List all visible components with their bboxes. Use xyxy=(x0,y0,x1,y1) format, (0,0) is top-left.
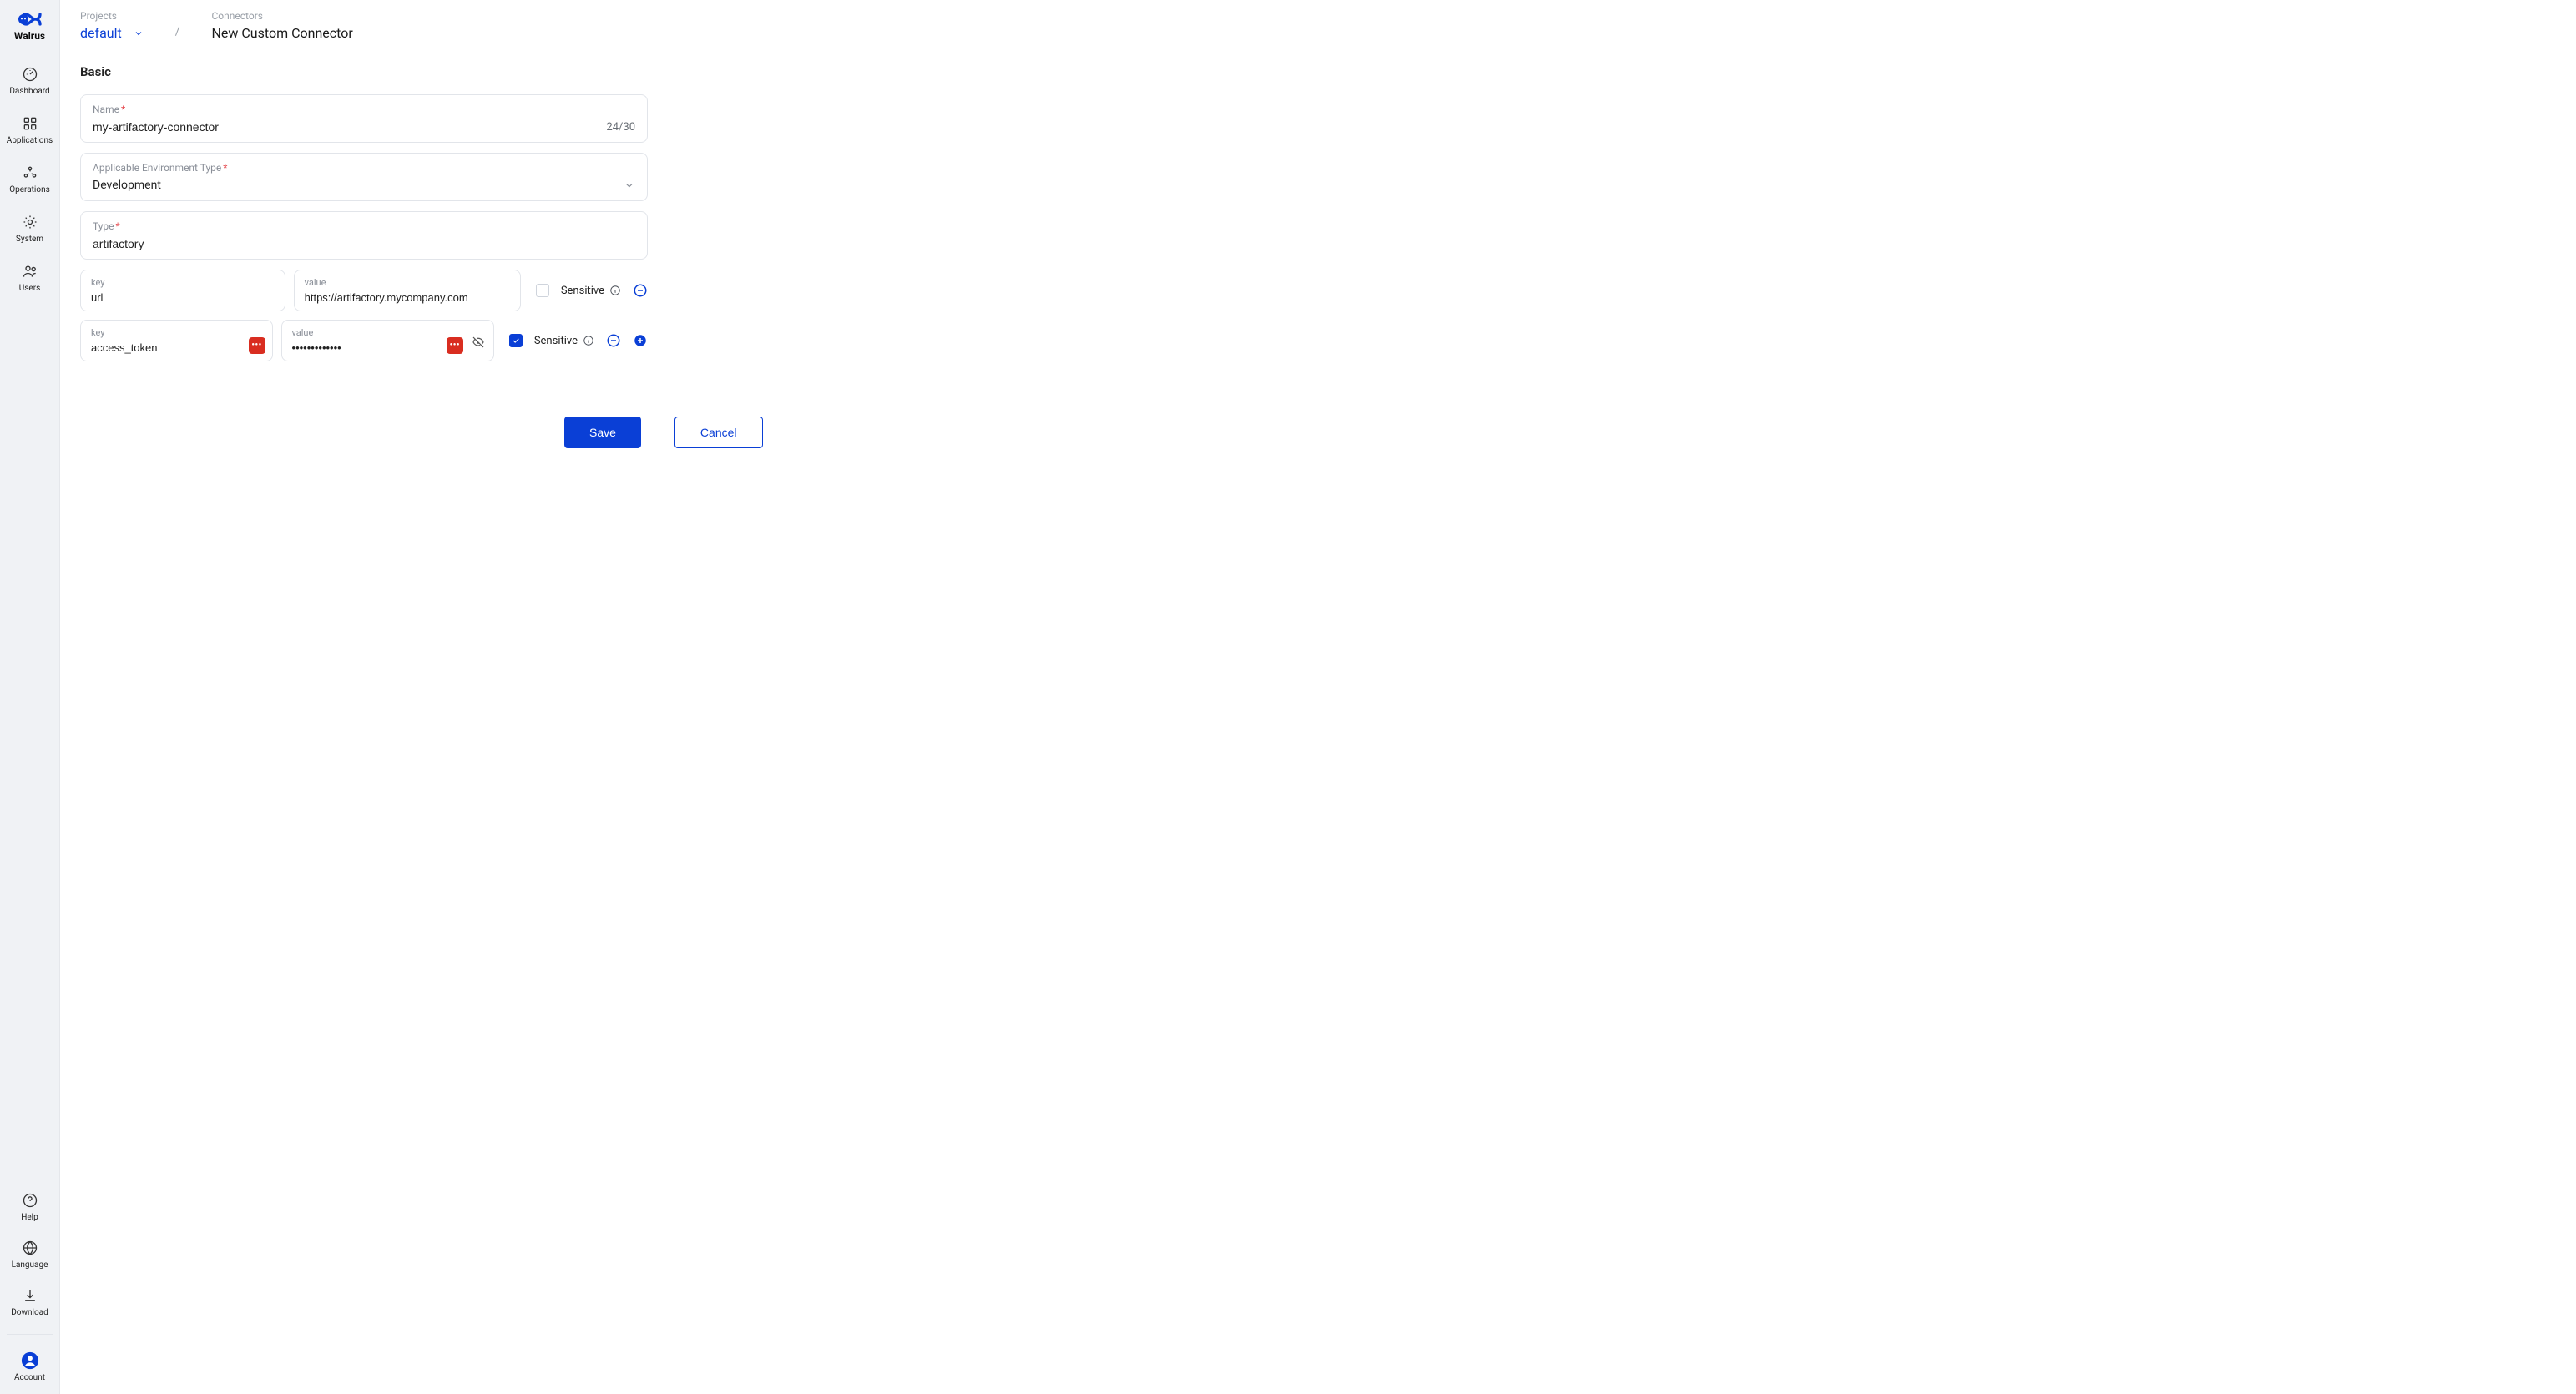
type-input[interactable] xyxy=(93,237,635,250)
sidebar-item-help[interactable]: Help xyxy=(0,1191,59,1222)
name-char-counter: 24/30 xyxy=(606,121,635,134)
breadcrumb-projects-label: Projects xyxy=(80,10,144,22)
breadcrumb-connectors-label: Connectors xyxy=(212,10,353,22)
env-type-value: Development xyxy=(93,179,624,192)
kv-row: key value Sensitive xyxy=(80,270,648,311)
kv-key-input[interactable] xyxy=(91,291,275,304)
logo[interactable]: Walrus xyxy=(0,0,59,55)
remove-kv-button[interactable] xyxy=(633,283,648,298)
check-icon xyxy=(512,336,520,345)
env-type-field[interactable]: Applicable Environment Type* Development xyxy=(80,153,648,201)
sensitive-checkbox[interactable] xyxy=(536,284,549,297)
breadcrumb-page: New Custom Connector xyxy=(212,25,353,41)
section-title: Basic xyxy=(80,64,2556,79)
system-icon xyxy=(21,213,39,231)
add-kv-button[interactable] xyxy=(633,333,648,348)
info-icon[interactable] xyxy=(583,335,594,346)
operations-icon xyxy=(21,164,39,182)
language-icon xyxy=(21,1239,39,1257)
eye-off-icon xyxy=(472,336,485,349)
kv-value-field[interactable]: value ••• xyxy=(281,320,494,361)
sidebar-item-operations[interactable]: Operations xyxy=(0,164,59,194)
form: Name* 24/30 Applicable Environment Type*… xyxy=(80,94,648,361)
breadcrumb-separator: / xyxy=(175,13,180,38)
sidebar-item-applications[interactable]: Applications xyxy=(0,114,59,145)
type-field[interactable]: Type* xyxy=(80,211,648,260)
brand-name: Walrus xyxy=(5,30,54,42)
sidebar: Walrus Dashboard Applications Operations… xyxy=(0,0,60,1394)
sidebar-item-download[interactable]: Download xyxy=(0,1286,59,1317)
cancel-button[interactable]: Cancel xyxy=(674,417,763,448)
users-icon xyxy=(21,262,39,280)
sidebar-item-users[interactable]: Users xyxy=(0,262,59,293)
required-asterisk: * xyxy=(223,162,227,174)
sidebar-divider xyxy=(7,1334,53,1335)
kv-key-input[interactable] xyxy=(91,341,262,354)
help-icon xyxy=(21,1191,39,1210)
remove-kv-button[interactable] xyxy=(606,333,621,348)
required-asterisk: * xyxy=(121,104,125,115)
sidebar-item-dashboard[interactable]: Dashboard xyxy=(0,65,59,96)
kv-key-field[interactable]: key xyxy=(80,270,285,311)
password-badge-icon[interactable]: ••• xyxy=(447,337,463,354)
button-row: Save Cancel xyxy=(564,417,2556,448)
save-button[interactable]: Save xyxy=(564,417,641,448)
required-asterisk: * xyxy=(116,220,120,232)
chevron-down-icon xyxy=(134,28,144,38)
sidebar-item-language[interactable]: Language xyxy=(0,1239,59,1270)
sensitive-checkbox[interactable] xyxy=(509,334,523,347)
breadcrumb-project-select[interactable]: default xyxy=(80,25,144,41)
kv-value-input[interactable] xyxy=(305,291,510,304)
name-input[interactable] xyxy=(93,120,606,134)
applications-icon xyxy=(21,114,39,133)
account-icon xyxy=(21,1351,39,1370)
download-icon xyxy=(21,1286,39,1305)
sidebar-item-account[interactable]: Account xyxy=(0,1351,59,1382)
chevron-down-icon xyxy=(624,179,635,191)
breadcrumb: Projects default / Connectors New Custom… xyxy=(80,10,2556,41)
password-badge-icon[interactable]: ••• xyxy=(249,337,265,354)
main-content: Projects default / Connectors New Custom… xyxy=(60,0,2576,1394)
kv-value-field[interactable]: value xyxy=(294,270,521,311)
dashboard-icon xyxy=(21,65,39,83)
sensitive-label: Sensitive xyxy=(534,335,594,347)
sensitive-label: Sensitive xyxy=(561,285,621,297)
info-icon[interactable] xyxy=(609,285,621,296)
toggle-visibility-button[interactable] xyxy=(472,336,485,352)
sidebar-item-system[interactable]: System xyxy=(0,213,59,244)
kv-row: key ••• value ••• Sensitive xyxy=(80,320,648,361)
logo-infinity-icon xyxy=(13,10,47,28)
name-field[interactable]: Name* 24/30 xyxy=(80,94,648,143)
kv-key-field[interactable]: key ••• xyxy=(80,320,273,361)
